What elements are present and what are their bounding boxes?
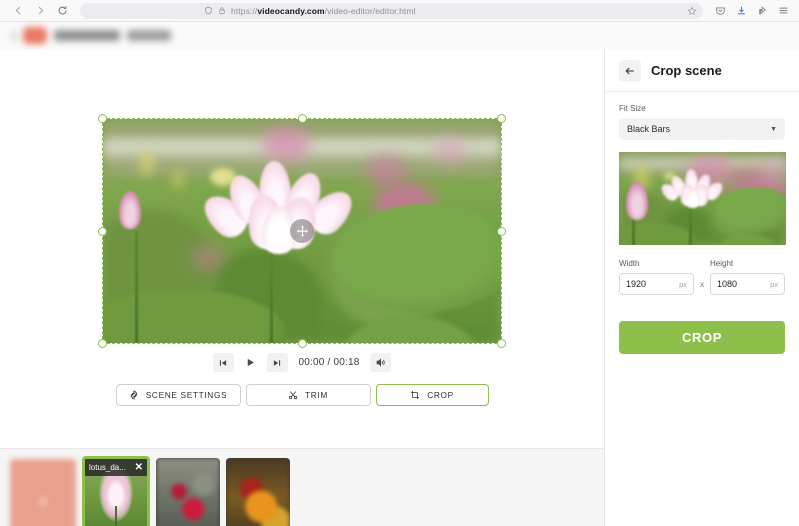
scene-settings-button[interactable]: SCENE SETTINGS [115,384,241,406]
reload-icon[interactable] [52,2,72,20]
site-header [0,22,799,50]
clip-name: lotus_da... [89,462,126,472]
close-icon[interactable]: ✕ [135,462,143,473]
width-value: 1920 [626,279,647,289]
timeline-clip-selected[interactable]: lotus_da... ✕ 00:18 [82,455,150,526]
scene-settings-label: SCENE SETTINGS [145,390,228,400]
height-unit: px [770,279,778,289]
playback-controls: 00:00 / 00:18 [0,353,604,372]
crop-size-row: Width 1920 px x Height 1080 px [619,259,785,295]
padlock-icon[interactable] [218,6,226,15]
trim-label: TRIM [305,390,328,400]
timeline-strip: + lotus_da... ✕ 00:18 [0,448,604,526]
editor-tool-tabs: SCENE SETTINGS TRIM CROP [0,384,604,406]
skip-next-icon[interactable] [266,353,288,372]
crop-button[interactable]: CROP [375,384,489,406]
url-text: https://videocandy.com/video-editor/edit… [231,5,416,16]
clip-label-bar: lotus_da... ✕ [85,458,147,476]
crop-label: CROP [427,390,454,400]
star-icon[interactable] [687,6,697,16]
height-input[interactable]: 1080 px [710,273,785,295]
video-candy-logo[interactable] [12,27,171,44]
crop-preview [619,152,786,245]
volume-icon[interactable] [370,353,392,372]
width-field-group: Width 1920 px [619,259,694,295]
dimension-separator: x [700,280,704,289]
height-field-group: Height 1080 px [710,259,785,295]
share-icon[interactable] [757,5,768,16]
video-stage[interactable] [98,114,506,348]
height-value: 1080 [717,279,738,289]
scissors-icon [288,390,298,400]
width-label: Width [619,259,640,268]
width-input[interactable]: 1920 px [619,273,694,295]
hamburger-menu-icon[interactable] [778,5,789,16]
shield-icon[interactable] [204,6,213,15]
gear-icon [129,390,139,400]
logo-wordmark [54,30,120,41]
forward-icon[interactable] [30,2,50,20]
panel-header: Crop scene [605,50,799,92]
fit-size-value: Black Bars [627,124,671,134]
app-body: 00:00 / 00:18 SCENE SETTINGS TRIM CROP +… [0,50,799,526]
panel-title: Crop scene [651,63,722,78]
plus-icon: + [36,488,50,514]
crop-preview-image [619,152,786,245]
fit-size-label: Fit Size [619,104,646,113]
back-button[interactable] [619,59,641,82]
move-arrows-icon[interactable] [290,219,314,243]
logo-dot [23,27,47,44]
pocket-icon[interactable] [715,5,726,16]
download-icon[interactable] [736,5,747,16]
playback-time: 00:00 / 00:18 [298,357,360,368]
address-bar[interactable]: https://videocandy.com/video-editor/edit… [80,2,703,19]
panel-body: Fit Size Black Bars ▼ Width 1920 px x He… [605,92,799,295]
timeline-clip[interactable] [156,457,220,526]
fit-size-select[interactable]: Black Bars ▼ [619,118,785,140]
skip-previous-icon[interactable] [212,353,234,372]
chevron-down-icon: ▼ [770,125,777,133]
play-icon[interactable] [241,353,260,372]
trim-button[interactable]: TRIM [245,384,371,406]
crop-apply-button[interactable]: CROP [619,321,785,354]
crop-icon [410,390,420,400]
logo-mark [12,31,16,40]
width-unit: px [679,279,687,289]
editor-canvas-area: 00:00 / 00:18 SCENE SETTINGS TRIM CROP [0,50,604,448]
crop-scene-panel: Crop scene Fit Size Black Bars ▼ Width 1… [604,50,799,526]
browser-action-icons [715,5,791,16]
clip-thumbnail [226,457,290,526]
browser-toolbar: https://videocandy.com/video-editor/edit… [0,0,799,22]
address-bar-icons [204,6,226,15]
add-scene-button[interactable]: + [10,458,76,526]
clip-thumbnail [156,457,220,526]
logo-wordmark-secondary [127,30,171,41]
back-icon[interactable] [8,2,28,20]
editor-column: 00:00 / 00:18 SCENE SETTINGS TRIM CROP +… [0,50,604,526]
timeline-clip[interactable] [226,457,290,526]
height-label: Height [710,259,734,268]
